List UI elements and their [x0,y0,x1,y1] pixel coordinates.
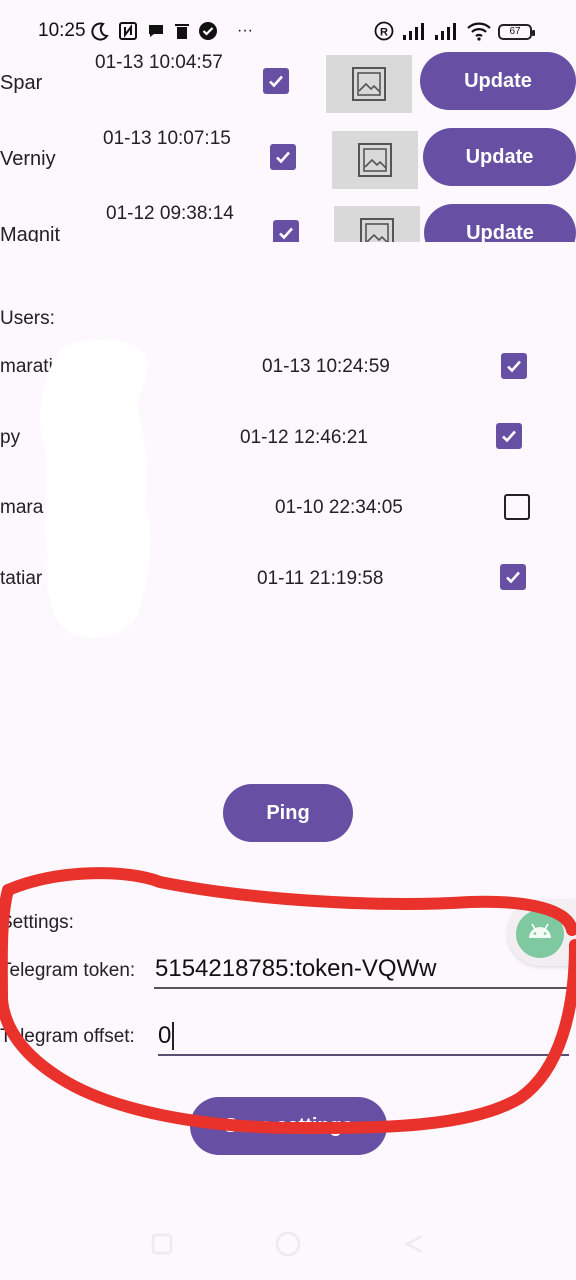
registered-icon: R [374,21,394,41]
store-image[interactable] [334,206,420,242]
check-icon [506,571,520,584]
user-checkbox[interactable] [496,423,522,449]
store-checkbox[interactable] [270,144,296,170]
check-circle-icon [198,21,218,41]
user-checkbox[interactable] [500,564,526,590]
store-list[interactable]: Spar 01-13 10:04:57 Update Verniy 01-13 … [0,44,576,242]
home-icon[interactable] [274,1230,302,1263]
user-timestamp: 01-11 21:19:58 [257,568,384,589]
store-name: Spar [0,72,43,94]
check-icon [269,75,283,88]
user-timestamp: 01-12 12:46:21 [240,427,368,448]
store-name: Magnit [0,224,61,242]
image-placeholder-icon [358,143,392,177]
store-image[interactable] [332,131,418,189]
recent-apps-icon[interactable] [150,1232,174,1261]
check-icon [279,227,293,240]
update-button[interactable]: Update [420,52,576,110]
users-label: Users: [0,308,55,329]
status-time: 10:25 [38,20,86,41]
red-annotation-circle [0,867,576,1134]
store-timestamp: 01-12 09:38:14 [106,203,234,224]
back-icon[interactable] [402,1232,426,1261]
chat-icon [146,21,166,41]
signal-icon-2 [434,21,460,41]
check-icon [507,360,521,373]
wifi-icon [466,21,492,41]
image-placeholder-icon [352,67,386,101]
nfc-icon [118,21,138,41]
store-timestamp: 01-13 10:07:15 [103,128,231,149]
trash-icon [172,21,192,41]
update-button[interactable]: Update [423,128,576,186]
svg-text:R: R [380,27,388,39]
redaction-mark [40,339,151,638]
store-checkbox[interactable] [273,220,299,242]
check-icon [502,430,516,443]
user-name: py [0,427,21,448]
user-timestamp: 01-10 22:34:05 [275,497,403,518]
store-name: Verniy [0,148,56,170]
user-checkbox[interactable] [504,494,530,520]
image-placeholder-icon [360,218,394,242]
update-button[interactable]: Update [424,204,576,242]
user-checkbox[interactable] [501,353,527,379]
moon-icon [90,21,110,41]
more-icon: ··· [237,22,253,39]
store-checkbox[interactable] [263,68,289,94]
check-icon [276,151,290,164]
store-timestamp: 01-13 10:04:57 [95,52,223,73]
signal-icon-1 [402,21,428,41]
ping-button[interactable]: Ping [223,784,353,842]
battery-icon: 67 [498,24,535,40]
user-timestamp: 01-13 10:24:59 [262,356,390,377]
store-image[interactable] [326,55,412,113]
